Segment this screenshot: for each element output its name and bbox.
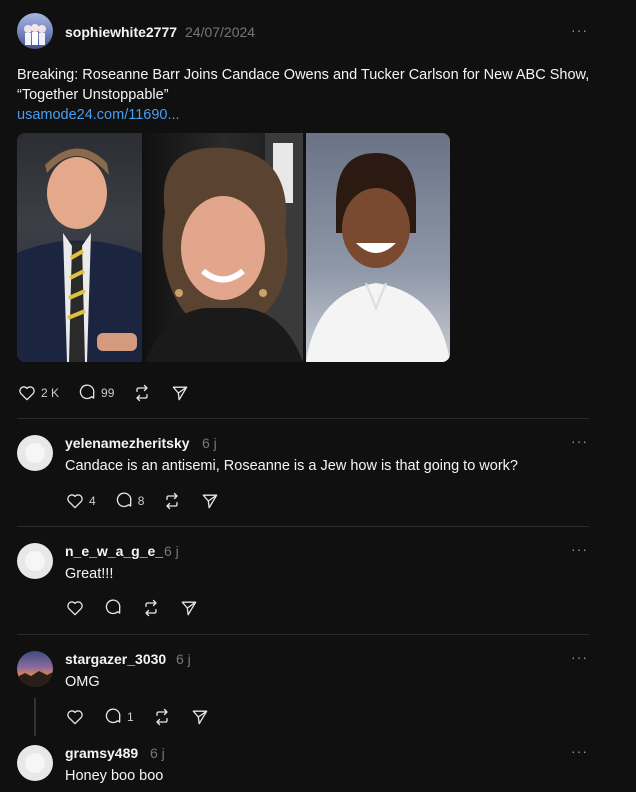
like-button[interactable] — [65, 598, 85, 618]
reply-more-button[interactable]: ··· — [571, 541, 588, 557]
reply-text: Candace is an antisemi, Roseanne is a Je… — [65, 458, 518, 474]
reply-time[interactable]: 6 j — [176, 651, 191, 667]
reply-more-button[interactable]: ··· — [571, 649, 588, 665]
reply-username[interactable]: yelenamezheritsky — [65, 435, 190, 451]
like-button[interactable]: 4 — [65, 491, 96, 511]
like-count: 4 — [89, 494, 96, 508]
reply-more-button[interactable]: ··· — [571, 433, 588, 449]
reply-time[interactable]: 6 j — [150, 745, 165, 761]
post-image-collage[interactable] — [17, 133, 450, 362]
share-button[interactable] — [190, 707, 210, 727]
heart-icon — [67, 494, 83, 509]
comment-icon — [116, 492, 132, 508]
send-icon — [173, 386, 188, 401]
reply-actions: 1 — [65, 707, 228, 727]
comment-icon — [79, 384, 95, 400]
post-photo-2[interactable] — [145, 133, 303, 362]
comment-icon — [105, 708, 121, 724]
reply-username[interactable]: gramsy489 — [65, 745, 138, 761]
comment-count: 8 — [137, 494, 145, 508]
divider — [17, 634, 589, 635]
reply-time[interactable]: 6 j — [202, 435, 217, 451]
reply-text: OMG — [65, 674, 100, 690]
comment-count: 99 — [101, 386, 115, 400]
like-count: 2 K — [41, 386, 60, 400]
repost-icon — [156, 708, 168, 726]
reply-avatar[interactable] — [17, 745, 53, 781]
like-button[interactable]: 2 K — [17, 383, 59, 403]
heart-icon — [19, 386, 35, 401]
comment-button[interactable]: 99 — [77, 383, 114, 403]
comment-button[interactable] — [103, 598, 123, 618]
reply-text: Great!!! — [65, 566, 114, 582]
like-button[interactable] — [65, 707, 85, 727]
heart-icon — [67, 601, 83, 616]
repost-button[interactable] — [132, 383, 152, 403]
post-author-avatar[interactable] — [17, 13, 53, 49]
reply-time[interactable]: 6 j — [164, 543, 179, 559]
repost-icon — [145, 599, 157, 617]
comment-button[interactable]: 8 — [114, 491, 145, 511]
reply-avatar[interactable] — [17, 543, 53, 579]
repost-button[interactable] — [152, 707, 172, 727]
reply-avatar[interactable] — [17, 651, 53, 687]
share-button[interactable] — [179, 598, 199, 618]
comment-button[interactable]: 1 — [103, 707, 134, 727]
reply-username[interactable]: n_e_w_a_g_e_ — [65, 543, 163, 559]
share-button[interactable] — [170, 383, 190, 403]
reply-username[interactable]: stargazer_3030 — [65, 651, 166, 667]
comment-icon — [105, 599, 121, 615]
reply-actions — [65, 598, 217, 618]
post-actions: 2 K 99 — [17, 383, 208, 403]
thread-line — [34, 698, 36, 736]
repost-icon — [166, 492, 179, 510]
send-icon — [192, 710, 208, 725]
post-timestamp[interactable]: 24/07/2024 — [185, 24, 255, 40]
send-icon — [203, 494, 218, 509]
reply-actions: 4 8 — [65, 491, 238, 511]
share-button[interactable] — [200, 491, 220, 511]
post-more-button[interactable]: ··· — [571, 22, 588, 38]
send-icon — [181, 601, 197, 616]
post-link[interactable]: usamode24.com/11690... — [17, 107, 180, 123]
post-text: Breaking: Roseanne Barr Joins Candace Ow… — [17, 67, 590, 103]
post-author-username[interactable]: sophiewhite2777 — [65, 24, 177, 40]
post-photo-3[interactable] — [306, 133, 450, 362]
repost-button[interactable] — [162, 491, 182, 511]
repost-icon — [136, 384, 149, 402]
reply-avatar[interactable] — [17, 435, 53, 471]
comment-count: 1 — [127, 710, 134, 724]
reply-more-button[interactable]: ··· — [571, 743, 588, 759]
divider — [17, 418, 589, 419]
reply-text: Honey boo boo — [65, 768, 164, 784]
repost-button[interactable] — [141, 598, 161, 618]
divider — [17, 526, 589, 527]
heart-icon — [67, 710, 83, 725]
post-photo-1[interactable] — [17, 133, 142, 362]
